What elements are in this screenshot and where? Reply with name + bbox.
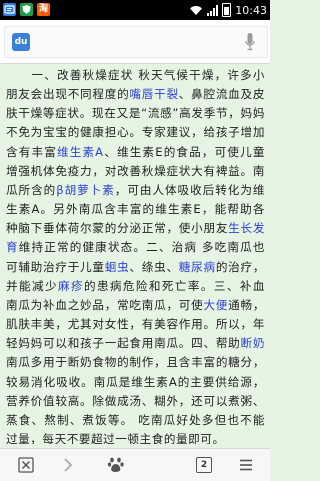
article-paragraph: 一、改善秋燥症状 秋天气候干燥，许多小朋友会出现不同程度的嘴唇干裂、鼻腔流血及皮… xyxy=(6,66,265,444)
keyword-link[interactable]: 大便 xyxy=(203,298,228,312)
keyword-link[interactable]: 断奶 xyxy=(241,336,265,350)
article-text: 南瓜多用于断奶食物的制作，且含丰富的糖分，较易消化吸收。南瓜是维生素A的主要供给… xyxy=(6,355,265,444)
forward-button[interactable] xyxy=(48,449,88,481)
wifi-icon xyxy=(190,5,203,15)
home-button[interactable] xyxy=(96,449,136,481)
keyword-link[interactable]: β胡萝卜素 xyxy=(56,183,115,197)
keyword-link[interactable]: 嘴唇干裂 xyxy=(129,87,178,101)
menu-icon xyxy=(240,459,252,471)
microphone-icon[interactable] xyxy=(245,32,255,52)
notification-icons: 淘 xyxy=(3,3,50,17)
tabs-count-badge: 2 xyxy=(196,457,212,473)
search-box[interactable]: du xyxy=(4,26,268,58)
bottom-nav: 2 xyxy=(0,448,270,481)
article-content: 一、改善秋燥症状 秋天气候干燥，许多小朋友会出现不同程度的嘴唇干裂、鼻腔流血及皮… xyxy=(6,66,265,444)
shield-icon xyxy=(20,3,33,16)
article-text: 、绦虫、 xyxy=(129,259,179,274)
close-page-button[interactable] xyxy=(6,449,46,481)
clock: 10:43 xyxy=(235,3,267,17)
search-bar: du xyxy=(0,20,270,64)
signal-icon xyxy=(207,4,219,16)
chevron-right-icon xyxy=(64,458,73,472)
tencent-news-icon xyxy=(3,3,16,16)
keyword-link[interactable]: 蛔虫 xyxy=(105,260,130,274)
keyword-link[interactable]: 糖尿病 xyxy=(179,260,216,274)
battery-icon xyxy=(222,3,232,17)
search-input[interactable] xyxy=(37,31,231,55)
status-bar: 淘 10:43 xyxy=(0,0,270,20)
keyword-link[interactable]: 麻疹 xyxy=(58,279,84,293)
menu-button[interactable] xyxy=(226,449,266,481)
close-icon xyxy=(18,457,34,473)
taobao-icon: 淘 xyxy=(37,3,50,16)
keyword-link[interactable]: 维生素A xyxy=(57,145,104,159)
status-indicators: 10:43 xyxy=(189,2,267,18)
baidu-logo-icon[interactable]: du xyxy=(12,33,30,51)
tabs-button[interactable]: 2 xyxy=(184,449,224,481)
baidu-paw-icon xyxy=(107,457,124,472)
